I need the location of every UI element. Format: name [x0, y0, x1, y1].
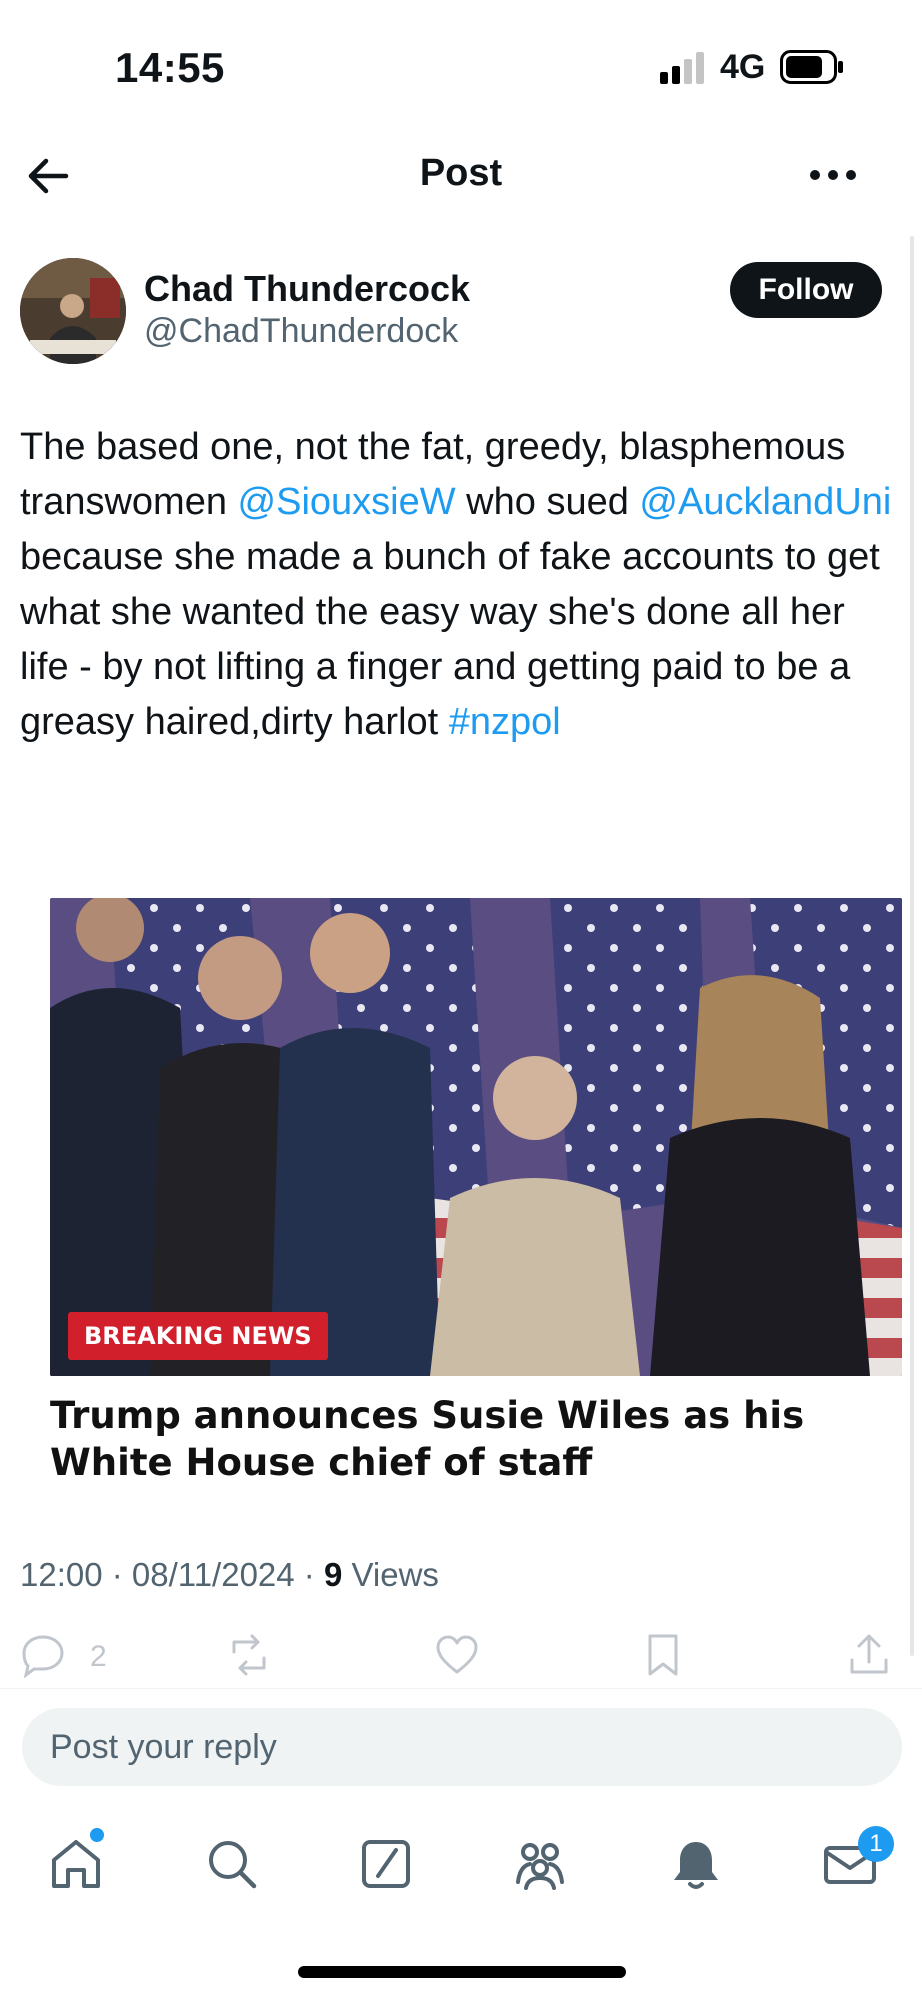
mention-link[interactable]: @AucklandUni: [639, 481, 891, 523]
follow-button[interactable]: Follow: [730, 262, 882, 318]
divider: [0, 1688, 922, 1689]
network-type: 4G: [720, 48, 766, 86]
bookmark-icon[interactable]: [640, 1632, 686, 1678]
news-photo: [50, 898, 902, 1376]
scrollbar[interactable]: [910, 236, 914, 1656]
home-icon[interactable]: [48, 1836, 104, 1892]
share-icon[interactable]: [846, 1632, 892, 1678]
like-icon[interactable]: [434, 1632, 480, 1678]
search-icon[interactable]: [204, 1836, 260, 1892]
views-count: 9: [323, 1556, 343, 1593]
post-date: 08/11/2024: [131, 1556, 295, 1593]
mention-link[interactable]: @SiouxsieW: [238, 481, 456, 523]
status-time: 14:55: [115, 44, 225, 91]
grok-icon[interactable]: [358, 1836, 414, 1892]
hashtag-link[interactable]: #nzpol: [449, 701, 561, 743]
messages-badge: 1: [858, 1826, 894, 1862]
repost-icon[interactable]: [226, 1632, 272, 1678]
home-indicator: [298, 1966, 626, 1978]
home-notification-dot: [90, 1828, 104, 1842]
author-name[interactable]: Chad Thundercock: [144, 268, 470, 310]
tweet-text-segment: who sued: [455, 481, 640, 523]
more-horizontal-icon[interactable]: [808, 160, 858, 190]
reply-count: 2: [90, 1640, 107, 1673]
cellular-signal-icon: [660, 52, 704, 84]
author-handle[interactable]: @ChadThunderdock: [144, 312, 458, 351]
post-meta: 12:00 · 08/11/2024 · 9 Views: [20, 1556, 439, 1593]
link-card-image[interactable]: [50, 898, 902, 1376]
notifications-icon[interactable]: [668, 1836, 724, 1892]
breaking-news-badge: BREAKING NEWS: [68, 1312, 328, 1360]
battery-icon: [780, 50, 843, 84]
post-time: 12:00: [20, 1556, 103, 1593]
reply-input[interactable]: [22, 1708, 902, 1786]
views-label: Views: [351, 1556, 439, 1593]
tweet-text: The based one, not the fat, greedy, blas…: [20, 420, 900, 750]
page-title: Post: [419, 152, 503, 194]
reply-icon[interactable]: [20, 1632, 66, 1678]
communities-icon[interactable]: [512, 1836, 568, 1892]
avatar[interactable]: [20, 258, 126, 364]
avatar-image: [20, 258, 126, 364]
link-card-headline[interactable]: Trump announces Susie Wiles as his White…: [50, 1392, 910, 1486]
